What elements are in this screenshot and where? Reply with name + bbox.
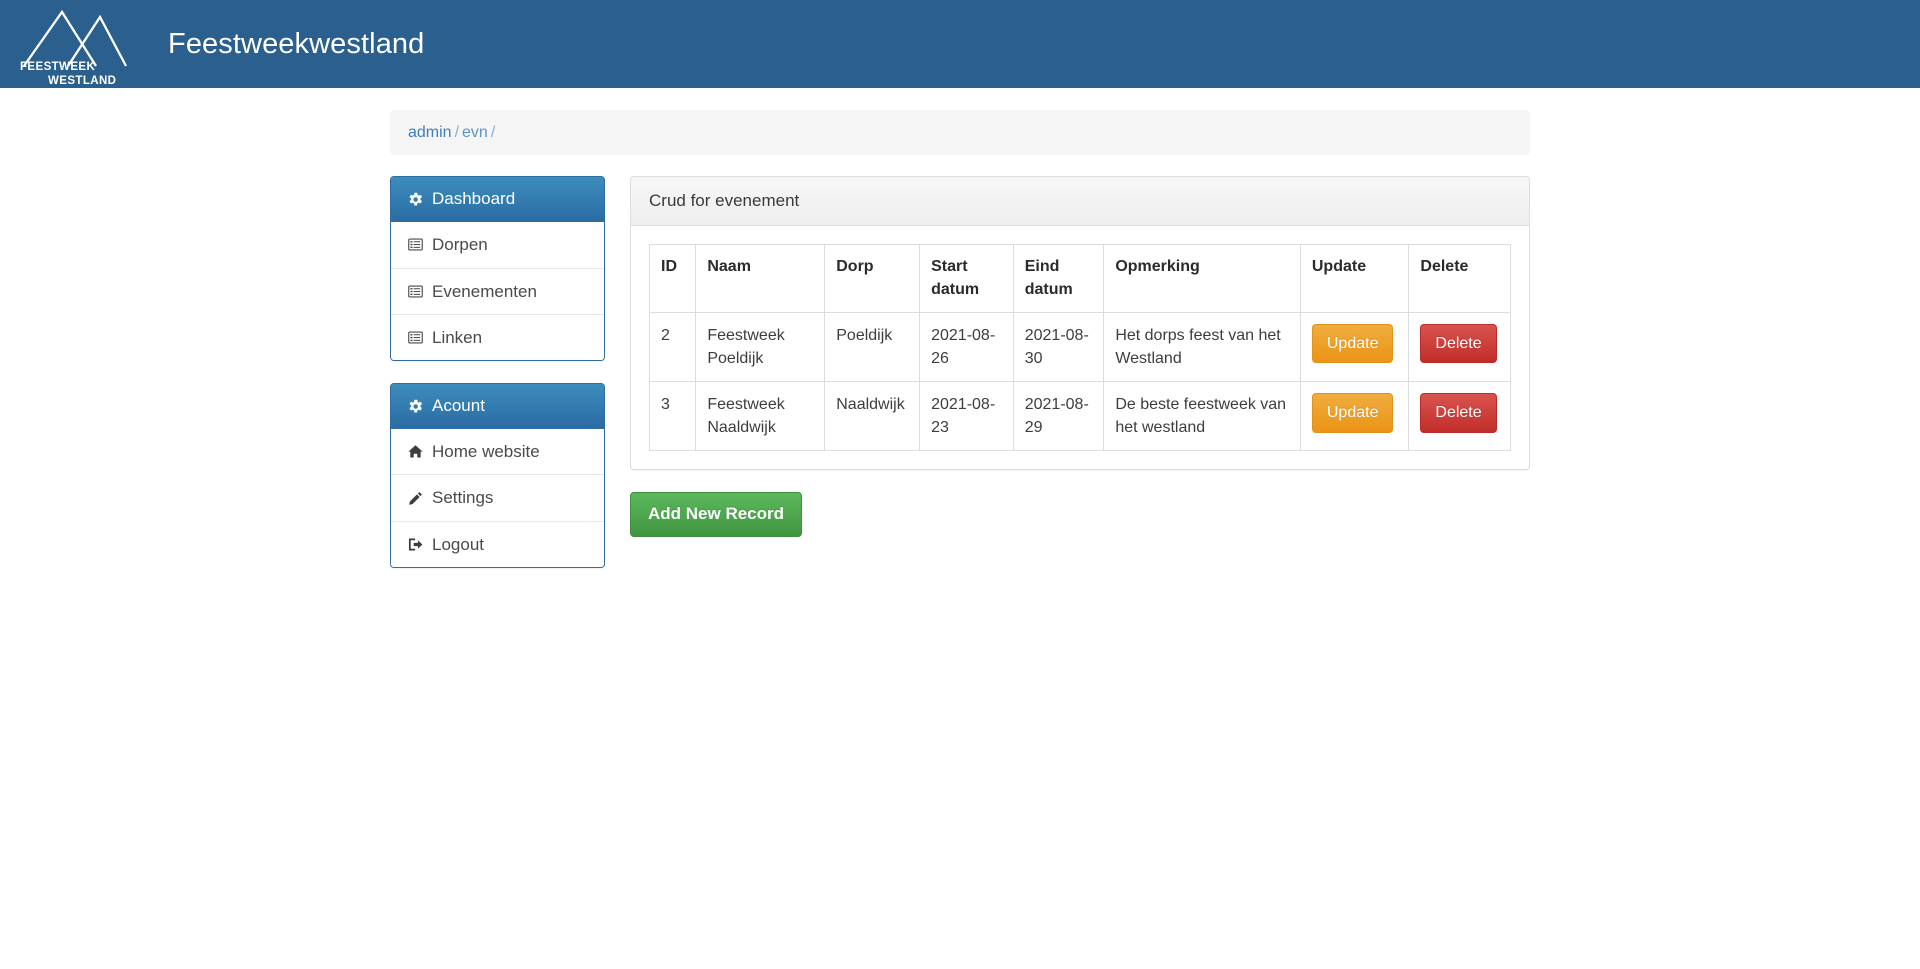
column-header-id: ID: [648, 244, 697, 313]
cell-eind-datum: 2021-08-29: [1012, 381, 1105, 452]
table-header-row: ID Naam Dorp Start datum Eind datum Opme…: [648, 244, 1511, 313]
sidebar-item-logout[interactable]: Logout: [391, 521, 604, 567]
sidebar-item-label: Settings: [432, 488, 494, 508]
sidebar-item-dorpen[interactable]: Dorpen: [391, 222, 604, 269]
cell-id: 3: [648, 381, 697, 452]
cell-update: Update: [1299, 311, 1410, 383]
sidebar-dashboard-list: Dorpen Evenementen Linken: [391, 222, 604, 361]
sidebar-item-linken[interactable]: Linken: [391, 314, 604, 361]
table-body: 2 Feestweek Poeldijk Poeldijk 2021-08-26…: [648, 311, 1511, 452]
list-alt-icon: [408, 330, 423, 345]
breadcrumb-separator-1: /: [454, 124, 460, 141]
column-header-opmerking: Opmerking: [1103, 244, 1301, 313]
add-new-record-button[interactable]: Add New Record: [630, 492, 803, 538]
column-header-eind-datum: Eind datum: [1012, 244, 1105, 313]
breadcrumb: admin / evn /: [390, 110, 1530, 156]
main-content: Crud for evenement ID Naam Dorp Start da…: [630, 176, 1530, 538]
column-header-start-datum: Start datum: [919, 244, 1014, 313]
column-header-dorp: Dorp: [824, 244, 921, 313]
breadcrumb-link-admin[interactable]: admin: [408, 124, 452, 141]
list-alt-icon: [408, 284, 423, 299]
crud-panel-body: ID Naam Dorp Start datum Eind datum Opme…: [631, 226, 1529, 469]
list-alt-icon: [408, 237, 423, 252]
cell-eind-datum: 2021-08-30: [1012, 311, 1105, 383]
pencil-icon: [408, 491, 423, 506]
sidebar-dashboard-panel: Dashboard Dorpen Evenementen Linken: [390, 176, 605, 362]
cell-dorp: Naaldwijk: [824, 381, 921, 452]
delete-button[interactable]: Delete: [1420, 323, 1497, 364]
table-row: 2 Feestweek Poeldijk Poeldijk 2021-08-26…: [648, 311, 1511, 383]
column-header-delete: Delete: [1408, 244, 1511, 313]
svg-text:FEESTWEEK: FEESTWEEK: [20, 61, 95, 73]
sidebar-item-label: Home website: [432, 442, 540, 462]
sidebar-item-label: Dorpen: [432, 235, 488, 255]
sign-out-icon: [408, 537, 423, 552]
content-row: Dashboard Dorpen Evenementen Linken Acou…: [390, 176, 1530, 590]
sidebar: Dashboard Dorpen Evenementen Linken Acou…: [390, 176, 605, 590]
crud-panel: Crud for evenement ID Naam Dorp Start da…: [630, 176, 1530, 471]
sidebar-account-list: Home website Settings Logout: [391, 429, 604, 567]
sidebar-item-evenementen[interactable]: Evenementen: [391, 268, 604, 315]
column-header-naam: Naam: [695, 244, 826, 313]
cell-id: 2: [648, 311, 697, 383]
delete-button[interactable]: Delete: [1420, 393, 1497, 433]
sidebar-dashboard-heading: Dashboard: [391, 177, 604, 223]
sidebar-account-heading: Acount: [391, 384, 604, 430]
sidebar-account-heading-label: Acount: [432, 396, 485, 416]
cell-dorp: Poeldijk: [824, 311, 921, 383]
cell-update: Update: [1299, 381, 1410, 452]
cell-delete: Delete: [1408, 381, 1511, 452]
svg-text:WESTLAND: WESTLAND: [48, 75, 116, 87]
column-header-update: Update: [1299, 244, 1410, 313]
add-record-wrapper: Add New Record: [630, 492, 1530, 538]
update-button[interactable]: Update: [1311, 393, 1394, 433]
update-button[interactable]: Update: [1311, 323, 1394, 364]
gear-icon: [408, 192, 423, 207]
sidebar-dashboard-heading-label: Dashboard: [432, 189, 516, 209]
page-body: admin / evn / Dashboard Dorpen Evenement…: [0, 88, 1920, 969]
cell-start-datum: 2021-08-23: [919, 381, 1014, 452]
breadcrumb-item-evn[interactable]: evn: [462, 124, 488, 141]
cell-naam: Feestweek Poeldijk: [695, 311, 826, 383]
table-head: ID Naam Dorp Start datum Eind datum Opme…: [648, 244, 1511, 313]
sidebar-item-label: Linken: [432, 327, 483, 347]
brand-logo-icon[interactable]: FEESTWEEK WESTLAND: [6, 0, 134, 88]
brand-title[interactable]: Feestweekwestland: [168, 29, 424, 59]
cell-opmerking: Het dorps feest van het Westland: [1103, 311, 1301, 383]
gear-icon: [408, 399, 423, 414]
cell-start-datum: 2021-08-26: [919, 311, 1014, 383]
home-icon: [408, 444, 423, 459]
sidebar-item-label: Evenementen: [432, 281, 537, 301]
content-container: admin / evn / Dashboard Dorpen Evenement…: [390, 88, 1530, 590]
top-navbar: FEESTWEEK WESTLAND Feestweekwestland: [0, 0, 1920, 88]
sidebar-item-label: Logout: [432, 534, 484, 554]
cell-naam: Feestweek Naaldwijk: [695, 381, 826, 452]
cell-opmerking: De beste feestweek van het westland: [1103, 381, 1301, 452]
table-wrapper: ID Naam Dorp Start datum Eind datum Opme…: [648, 244, 1511, 452]
sidebar-item-home-website[interactable]: Home website: [391, 429, 604, 476]
sidebar-account-panel: Acount Home website Settings Logout: [390, 383, 605, 568]
breadcrumb-separator-2: /: [490, 124, 496, 141]
crud-panel-heading: Crud for evenement: [631, 177, 1529, 227]
table-row: 3 Feestweek Naaldwijk Naaldwijk 2021-08-…: [648, 381, 1511, 452]
sidebar-item-settings[interactable]: Settings: [391, 475, 604, 522]
cell-delete: Delete: [1408, 311, 1511, 383]
evenement-table: ID Naam Dorp Start datum Eind datum Opme…: [648, 244, 1511, 452]
